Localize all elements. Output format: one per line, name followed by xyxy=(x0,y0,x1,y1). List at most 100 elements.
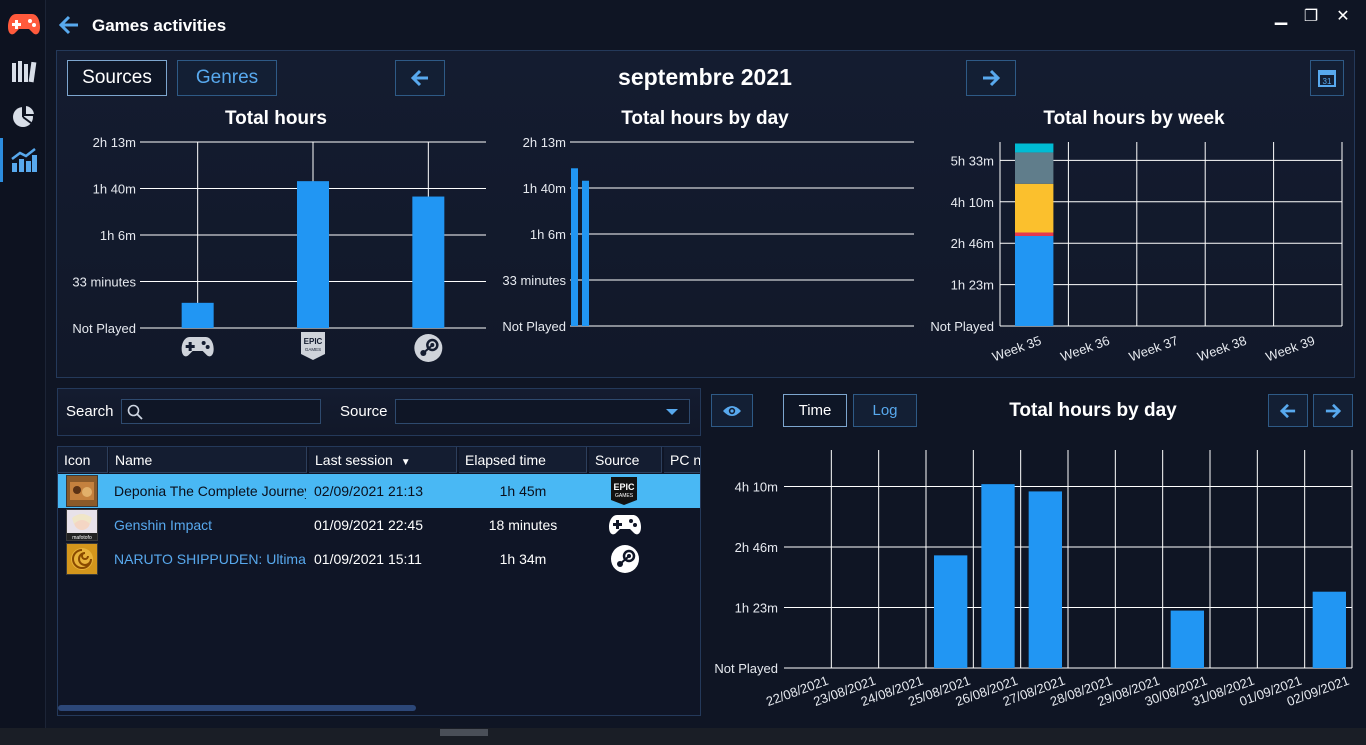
y-tick-label: Not Played xyxy=(502,319,566,334)
y-tick-label: 33 minutes xyxy=(502,273,566,288)
svg-text:EPIC: EPIC xyxy=(304,337,323,346)
source-label: Source xyxy=(340,403,388,420)
chart-title-total-hours-by-day: Total hours by day xyxy=(621,108,789,129)
tab-genres[interactable]: Genres xyxy=(177,60,277,96)
epic-games-icon: EPICGAMES xyxy=(610,476,642,510)
bar xyxy=(1170,610,1204,668)
bar xyxy=(582,180,589,326)
bar-segment xyxy=(1015,235,1054,326)
next-days-button[interactable] xyxy=(1313,394,1353,427)
game-cover-image: mafotofo xyxy=(66,509,98,541)
column-header-name[interactable]: Name xyxy=(109,447,307,473)
titlebar: Games activities ▁ ❐ ✕ xyxy=(46,0,1366,50)
pie-chart-icon[interactable] xyxy=(8,100,40,132)
eye-icon xyxy=(723,405,741,416)
column-header-icon[interactable]: Icon xyxy=(58,447,108,473)
search-icon xyxy=(127,404,143,420)
table-row[interactable]: NARUTO SHIPPUDEN: Ultimate Ninja STORM 4… xyxy=(58,542,700,578)
last-session: 01/09/2021 15:11 xyxy=(314,551,422,567)
total-hours-chart: Not Played 33 minutes 1h 6m 1h 40m 2h 13m EPI… xyxy=(72,135,486,362)
bar xyxy=(981,484,1015,668)
log-toggle-button[interactable]: Log xyxy=(853,394,917,427)
y-tick-label: 4h 10m xyxy=(951,195,994,210)
horizontal-scrollbar[interactable] xyxy=(58,705,416,711)
table-row[interactable]: mafotofo Genshin Impact 01/09/2021 22:45… xyxy=(58,508,700,542)
bar xyxy=(297,181,329,328)
activities-table: Icon Name Last session ▼ Elapsed time So… xyxy=(57,446,701,716)
source-select[interactable] xyxy=(395,399,690,424)
x-tick-label: Week 36 xyxy=(1058,333,1111,365)
bottom-scroll-thumb[interactable] xyxy=(440,729,488,736)
elapsed-time: 1h 34m xyxy=(499,551,547,567)
minimize-icon[interactable]: ▁ xyxy=(1270,6,1292,26)
column-header-pc-name[interactable]: PC na xyxy=(664,447,700,473)
y-tick-label: 2h 46m xyxy=(951,236,994,251)
epic-games-icon: EPICGAMES xyxy=(301,332,325,360)
y-tick-label: 33 minutes xyxy=(72,275,136,290)
x-tick-label: Week 39 xyxy=(1264,333,1317,365)
page-title: Games activities xyxy=(92,16,227,35)
month-label: septembre 2021 xyxy=(618,64,792,90)
game-cover-image xyxy=(66,543,98,575)
time-toggle-button[interactable]: Time xyxy=(783,394,847,427)
bar-segment xyxy=(1015,143,1054,153)
steam-icon xyxy=(414,334,443,362)
maximize-icon[interactable]: ❐ xyxy=(1300,6,1322,26)
arrow-left-icon xyxy=(1279,403,1296,418)
bar xyxy=(181,302,214,328)
gamepad-icon xyxy=(181,337,214,357)
bar xyxy=(571,168,578,326)
gamepad-icon xyxy=(608,512,644,546)
column-header-source[interactable]: Source xyxy=(589,447,662,473)
search-input[interactable] xyxy=(121,399,321,424)
next-month-button[interactable] xyxy=(966,60,1016,96)
y-tick-label: 2h 13m xyxy=(93,135,136,150)
y-tick-label: 1h 23m xyxy=(735,601,778,616)
toggle-visibility-button[interactable] xyxy=(711,394,753,427)
sidebar xyxy=(0,0,46,745)
game-name: Genshin Impact xyxy=(114,517,213,533)
gamepad-logo-icon[interactable] xyxy=(8,8,40,40)
y-tick-label: Not Played xyxy=(714,661,778,676)
column-header-last-session[interactable]: Last session ▼ xyxy=(309,447,457,473)
y-tick-label: 4h 10m xyxy=(735,480,778,495)
y-tick-label: 2h 13m xyxy=(523,135,566,150)
svg-text:mafotofo: mafotofo xyxy=(72,535,92,540)
bar-segment xyxy=(1015,152,1054,184)
chart-title-total-hours-by-week: Total hours by week xyxy=(1043,108,1225,129)
column-header-last-session-label: Last session xyxy=(315,452,393,468)
bar xyxy=(1312,591,1346,668)
chart-title-total-hours-by-day-lower: Total hours by day xyxy=(1009,400,1177,421)
y-tick-label: 1h 6m xyxy=(100,228,136,243)
total-hours-by-day-lower-chart: Not Played1h 23m2h 46m4h 10m22/08/202123… xyxy=(714,450,1353,709)
bar xyxy=(1028,491,1062,668)
arrow-left-icon xyxy=(410,69,428,87)
steam-icon xyxy=(610,544,644,578)
prev-month-button[interactable] xyxy=(395,60,445,96)
prev-days-button[interactable] xyxy=(1268,394,1308,427)
active-indicator xyxy=(0,138,3,182)
game-name: Deponia The Complete Journey xyxy=(114,483,306,499)
svg-text:GAMES: GAMES xyxy=(615,493,634,499)
library-icon[interactable] xyxy=(8,56,40,88)
y-tick-label: Not Played xyxy=(930,319,994,334)
column-header-elapsed-time[interactable]: Elapsed time xyxy=(459,447,587,473)
svg-text:EPIC: EPIC xyxy=(613,482,635,492)
svg-text:GAMES: GAMES xyxy=(305,347,321,352)
last-session: 02/09/2021 21:13 xyxy=(314,483,423,499)
calendar-icon: 31 xyxy=(1318,70,1336,87)
back-arrow-icon[interactable] xyxy=(58,14,82,36)
table-row[interactable]: Deponia The Complete Journey 02/09/2021 … xyxy=(58,474,700,510)
chevron-down-icon xyxy=(666,409,678,415)
chart-title-total-hours: Total hours xyxy=(224,108,328,129)
y-tick-label: 5h 33m xyxy=(951,153,994,168)
last-session: 01/09/2021 22:45 xyxy=(314,517,423,533)
bar-segment xyxy=(1015,183,1054,233)
game-name: NARUTO SHIPPUDEN: Ultimate Ninja STORM 4 xyxy=(114,551,306,567)
y-tick-label: 1h 40m xyxy=(523,181,566,196)
close-icon[interactable]: ✕ xyxy=(1332,6,1354,26)
game-cover-image xyxy=(66,475,98,507)
trend-chart-icon[interactable] xyxy=(8,144,40,176)
tab-sources[interactable]: Sources xyxy=(67,60,167,96)
calendar-button[interactable]: 31 xyxy=(1310,60,1344,96)
